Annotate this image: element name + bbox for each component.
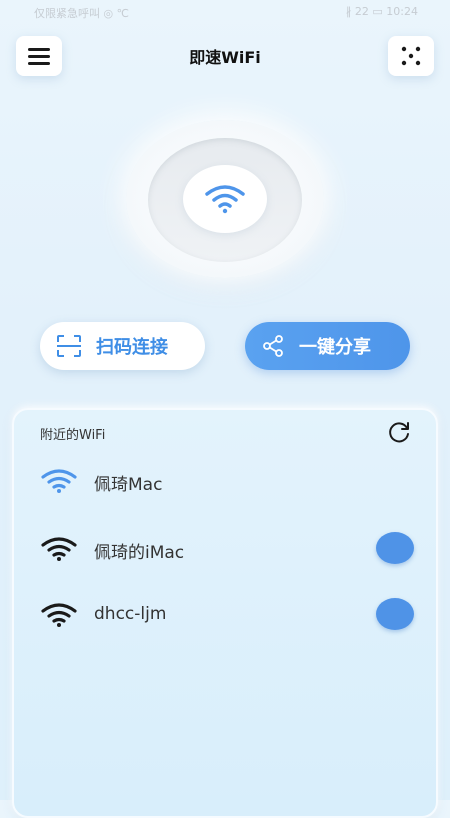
wifi-name: dhcc-ljm: [94, 604, 167, 624]
wifi-name: 佩琦的iMac: [94, 543, 185, 563]
wifi-icon: [205, 185, 245, 214]
scan-frame-icon: [56, 334, 82, 358]
wifi-list-item[interactable]: 佩琦的iMac: [14, 528, 440, 568]
wifi-signal-icon: [40, 536, 78, 562]
page-title: 即速WiFi: [189, 48, 261, 67]
wifi-connect-toggle[interactable]: [376, 532, 414, 564]
scan-connect-button[interactable]: 扫码连接: [40, 322, 205, 370]
wifi-connect-toggle[interactable]: [376, 598, 414, 630]
nearby-wifi-title: 附近的WiFi: [40, 428, 106, 443]
dice-scan-icon: [401, 46, 421, 66]
wifi-signal-icon: [40, 602, 78, 628]
refresh-icon[interactable]: [386, 420, 412, 444]
wifi-list-item[interactable]: dhcc-ljm: [14, 594, 440, 634]
wifi-signal-icon: [40, 468, 78, 494]
wifi-name: 佩琦Mac: [94, 475, 163, 495]
one-click-share-button[interactable]: 一键分享: [245, 322, 410, 370]
app-header: 即速WiFi: [0, 30, 450, 76]
share-icon: [261, 334, 285, 358]
wifi-list-item[interactable]: 佩琦Mac: [14, 460, 440, 500]
scan-button[interactable]: [388, 36, 434, 76]
scan-connect-label: 扫码连接: [96, 337, 168, 358]
nearby-wifi-panel: 附近的WiFi 佩琦Mac 佩琦的iMac dhcc-ljm: [12, 408, 438, 818]
wifi-connect-button[interactable]: [183, 165, 267, 233]
status-left-text: 仅限紧急呼叫 ◎ ℃: [34, 7, 129, 20]
status-right-text: ∦ 22 ▭ 10:24: [345, 5, 418, 18]
share-label: 一键分享: [299, 337, 371, 358]
status-bar: 仅限紧急呼叫 ◎ ℃ ∦ 22 ▭ 10:24: [0, 0, 450, 24]
